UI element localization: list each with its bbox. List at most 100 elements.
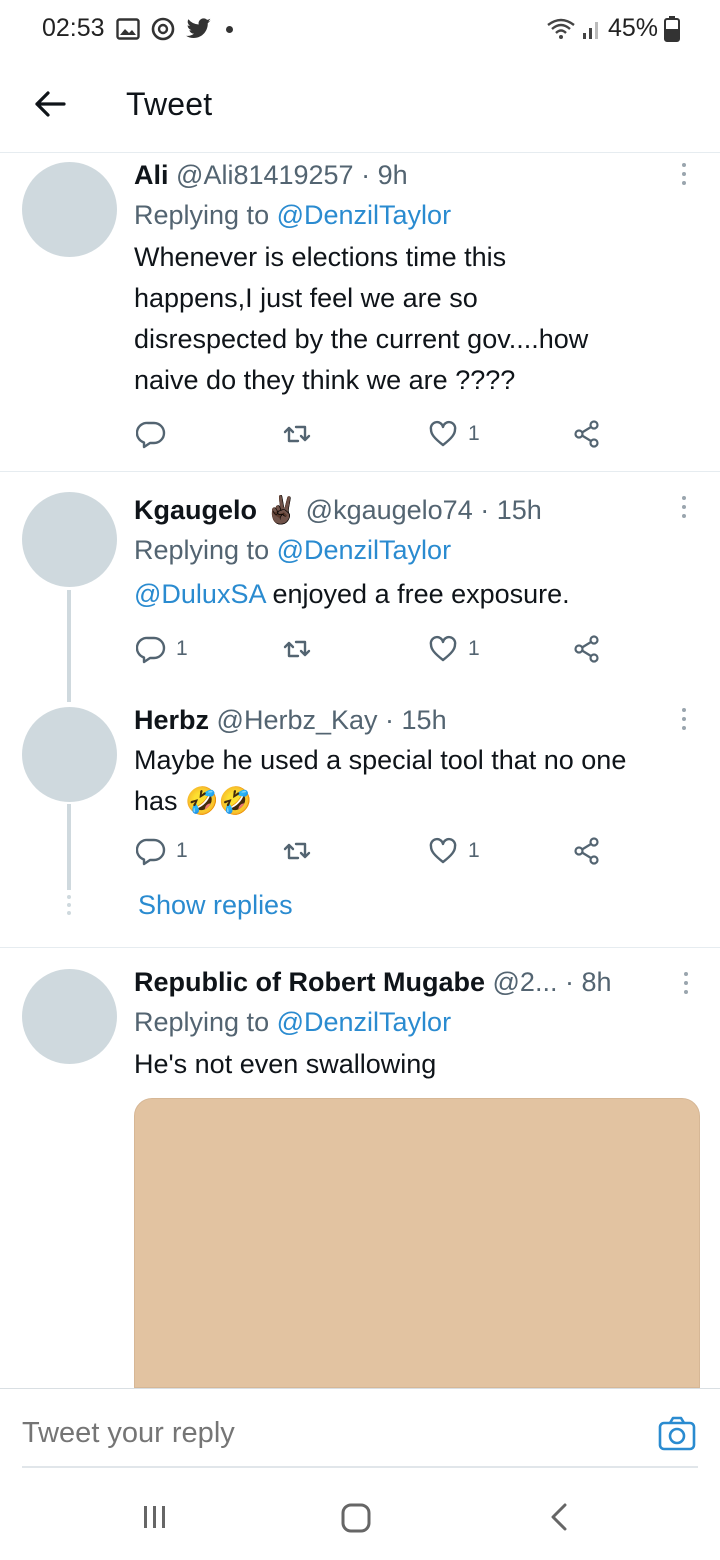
heart-icon — [429, 635, 457, 662]
twitter-bird-icon — [186, 18, 211, 38]
laughing-emoji: 🤣🤣 — [185, 786, 253, 816]
tweet-actions: 1 1 — [134, 836, 614, 876]
name-emoji: ✌🏿 — [264, 495, 299, 525]
thread-dotted-line — [67, 895, 71, 915]
like-count: 1 — [468, 637, 480, 660]
tweet-text: Maybe he used a special tool that no one… — [134, 745, 627, 816]
tweet-meta: Herbz @Herbz_Kay · 15h — [134, 705, 447, 735]
comment-icon — [136, 838, 166, 866]
replying-to-link[interactable]: @DenzilTaylor — [277, 1007, 451, 1037]
notification-dot — [226, 25, 233, 33]
tweet-time: 15h — [496, 495, 542, 525]
more-vertical-icon[interactable] — [682, 163, 690, 185]
thread-line — [67, 804, 71, 890]
tweet-kgaugelo[interactable]: Kgaugelo ✌🏿 @kgaugelo74 · 15h Replying t… — [0, 472, 720, 702]
share-icon — [574, 635, 599, 663]
replying-to-link[interactable]: @DenzilTaylor — [277, 535, 451, 565]
replying-to-link[interactable]: @DenzilTaylor — [277, 200, 451, 230]
signal-icon — [582, 21, 598, 39]
retweet-icon — [283, 425, 311, 443]
tweet-meta: Republic of Robert Mugabe @2... · 8h — [134, 967, 612, 997]
avatar[interactable] — [22, 707, 117, 802]
like-button[interactable]: 1 — [428, 419, 480, 449]
share-icon — [574, 837, 599, 865]
reply-count: 1 — [176, 839, 188, 862]
retweet-button[interactable] — [282, 634, 312, 664]
reply-button[interactable] — [136, 419, 176, 449]
status-time: 02:53 — [42, 14, 105, 42]
avatar[interactable] — [22, 162, 117, 257]
comment-icon — [136, 421, 166, 449]
replying-to: Replying to @DenzilTaylor — [134, 200, 452, 230]
share-button[interactable] — [572, 836, 602, 866]
comment-icon — [136, 636, 166, 664]
avatar[interactable] — [22, 492, 117, 587]
recent-apps-button[interactable] — [140, 1502, 170, 1537]
top-bar: Tweet — [0, 60, 720, 153]
share-button[interactable] — [572, 419, 602, 449]
sync-icon — [151, 17, 175, 41]
recent-apps-icon — [144, 1506, 165, 1528]
user-handle[interactable]: @Herbz_Kay — [217, 705, 378, 735]
back-button[interactable] — [30, 84, 70, 124]
retweet-icon — [283, 640, 311, 658]
tweet-ali[interactable]: Ali @Ali81419257 · 9h Replying to @Denzi… — [0, 153, 720, 471]
mention-link[interactable]: @DuluxSA — [134, 579, 265, 609]
tweet-meta: Ali @Ali81419257 · 9h — [134, 160, 408, 190]
page-title: Tweet — [126, 86, 213, 122]
retweet-button[interactable] — [282, 836, 312, 866]
avatar[interactable] — [22, 969, 117, 1064]
tweet-media-image[interactable] — [134, 1098, 700, 1388]
heart-icon — [429, 420, 457, 447]
reply-composer — [0, 1388, 720, 1468]
camera-button[interactable] — [658, 1415, 696, 1453]
more-vertical-icon[interactable] — [684, 972, 692, 994]
more-vertical-icon[interactable] — [682, 496, 690, 518]
chevron-left-icon — [551, 1503, 567, 1531]
like-count: 1 — [468, 422, 480, 445]
gallery-icon — [116, 18, 140, 40]
tweet-time: 8h — [581, 967, 612, 997]
like-button[interactable]: 1 — [428, 836, 480, 866]
tweet-actions: 1 1 — [134, 634, 614, 674]
wifi-icon — [547, 18, 575, 39]
tweet-herbz[interactable]: Herbz @Herbz_Kay · 15h Maybe he used a s… — [0, 700, 720, 947]
more-vertical-icon[interactable] — [682, 708, 690, 730]
replying-to: Replying to @DenzilTaylor — [134, 1007, 452, 1037]
display-name[interactable]: Kgaugelo — [134, 495, 257, 525]
user-handle[interactable]: @kgaugelo74 — [306, 495, 473, 525]
back-nav-button[interactable] — [545, 1502, 575, 1537]
reply-input-underline — [22, 1466, 698, 1468]
thread-line — [67, 590, 71, 702]
like-button[interactable]: 1 — [428, 634, 480, 664]
battery-percent: 45% — [607, 14, 658, 42]
tweet-actions: 1 — [134, 419, 614, 459]
tweet-text: He's not even swallowing — [134, 1049, 437, 1079]
tweet-time: 9h — [377, 160, 408, 190]
user-handle[interactable]: @Ali81419257 — [176, 160, 354, 190]
display-name[interactable]: Republic of Robert Mugabe — [134, 967, 485, 997]
share-button[interactable] — [572, 634, 602, 664]
arrow-left-icon — [35, 91, 66, 117]
retweet-icon — [283, 842, 311, 860]
tweet-text: Whenever is elections time this happens,… — [134, 242, 589, 395]
tweet-time: 15h — [401, 705, 447, 735]
tweet-meta: Kgaugelo ✌🏿 @kgaugelo74 · 15h — [134, 495, 542, 525]
display-name[interactable]: Ali — [134, 160, 169, 190]
reply-button[interactable]: 1 — [136, 836, 188, 866]
tweet-republic[interactable]: Republic of Robert Mugabe @2... · 8h Rep… — [0, 948, 720, 1388]
home-icon — [341, 1503, 371, 1533]
user-handle[interactable]: @2... — [493, 967, 558, 997]
reply-count: 1 — [176, 637, 188, 660]
camera-icon — [658, 1416, 696, 1451]
tweet-text: @DuluxSA enjoyed a free exposure. — [134, 579, 570, 609]
share-icon — [574, 420, 599, 448]
home-button[interactable] — [340, 1502, 372, 1539]
replying-to: Replying to @DenzilTaylor — [134, 535, 452, 565]
reply-input[interactable] — [22, 1417, 582, 1450]
system-nav-bar — [0, 1470, 720, 1560]
reply-button[interactable]: 1 — [136, 634, 188, 664]
retweet-button[interactable] — [282, 419, 312, 449]
show-replies-link[interactable]: Show replies — [138, 890, 293, 921]
display-name[interactable]: Herbz — [134, 705, 209, 735]
